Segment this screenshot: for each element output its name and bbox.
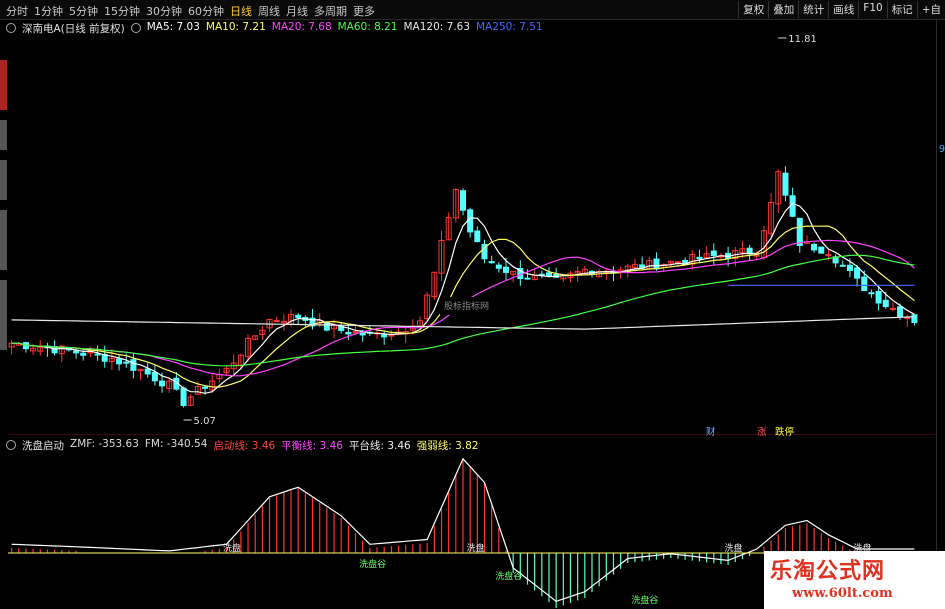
signal-bottom-1: 洗盘谷 bbox=[495, 570, 522, 582]
candle-body bbox=[674, 261, 681, 264]
candle-body bbox=[116, 358, 123, 365]
candle-body bbox=[825, 254, 832, 257]
high-label: 11.81 bbox=[788, 34, 817, 45]
candle-body bbox=[94, 353, 101, 356]
candle-body bbox=[811, 243, 818, 251]
candle-body bbox=[202, 386, 209, 389]
candle-body bbox=[123, 361, 130, 364]
sub-legend: 洗盘启动 ZMF: -353.63 FM: -340.54 启动线: 3.46 平衡线… bbox=[6, 438, 478, 452]
ma-line-4 bbox=[11, 316, 915, 330]
candle-body bbox=[854, 267, 861, 279]
candle-body bbox=[352, 331, 359, 334]
candle-body bbox=[846, 264, 853, 272]
signal-top-1: 洗盘 bbox=[467, 542, 485, 554]
indicator-values: ZMF: -353.63 FM: -340.54 启动线: 3.46 平衡线: 3.4… bbox=[70, 438, 478, 452]
signal-top-0: 洗盘 bbox=[223, 542, 241, 554]
candle-body bbox=[323, 322, 330, 331]
candle-body bbox=[897, 306, 904, 317]
candle-body bbox=[911, 314, 918, 323]
candle-body bbox=[273, 320, 280, 323]
watermark-url: www.60lt.com bbox=[792, 586, 893, 601]
candle-body bbox=[459, 190, 467, 211]
right-scroll-edge[interactable] bbox=[936, 20, 945, 609]
candle-body bbox=[474, 230, 481, 243]
candle-body bbox=[545, 272, 552, 277]
candle-body bbox=[696, 256, 703, 260]
panel-divider bbox=[7, 434, 937, 435]
indicator-legend-5: 强弱线: 3.82 bbox=[416, 440, 479, 452]
candle-body bbox=[796, 217, 803, 247]
candle-body bbox=[710, 250, 717, 257]
candle-body bbox=[488, 261, 495, 264]
candle-body bbox=[782, 172, 789, 196]
indicator-legend-3: 平衡线: 3.46 bbox=[281, 440, 343, 452]
candle-body bbox=[345, 331, 352, 335]
indicator-legend-4: 平台线: 3.46 bbox=[348, 440, 411, 452]
candle-body bbox=[151, 371, 158, 382]
candle-body bbox=[381, 334, 388, 338]
candle-body bbox=[875, 291, 882, 304]
indicator-legend-0: ZMF: -353.63 bbox=[70, 438, 139, 450]
candle-body bbox=[653, 258, 660, 270]
low-label: 5.07 bbox=[194, 416, 216, 427]
candle-body bbox=[868, 292, 875, 295]
signal-bottom-2: 洗盘谷 bbox=[631, 594, 658, 606]
candle-body bbox=[524, 277, 531, 280]
signal-top-2: 洗盘 bbox=[725, 542, 743, 554]
candle-body bbox=[295, 314, 302, 318]
candle-body bbox=[130, 359, 137, 371]
candle-body bbox=[388, 334, 395, 337]
candle-body bbox=[839, 264, 846, 267]
candle-body bbox=[144, 368, 151, 375]
candle-body bbox=[73, 350, 80, 354]
site-watermark: 乐淘公式网 www.60lt.com bbox=[764, 551, 945, 609]
candle-body bbox=[80, 352, 87, 356]
watermark-title: 乐淘公式网 bbox=[770, 559, 886, 584]
candle-body bbox=[882, 299, 889, 308]
limit-down-flag[interactable]: 跌停 bbox=[775, 424, 794, 438]
candle-body bbox=[861, 276, 868, 292]
candle-body bbox=[159, 380, 166, 387]
rise-flag[interactable]: 涨 bbox=[757, 424, 767, 438]
indicator-legend-1: FM: -340.54 bbox=[144, 438, 208, 450]
center-watermark: 股标指标网 bbox=[444, 300, 489, 312]
indicator-circle-icon[interactable] bbox=[6, 440, 16, 450]
indicator-name: 洗盘启动 bbox=[22, 440, 64, 452]
candle-body bbox=[818, 246, 825, 254]
signal-bottom-0: 洗盘谷 bbox=[359, 558, 386, 570]
candle-body bbox=[502, 266, 510, 273]
finance-flag[interactable]: 财 bbox=[706, 424, 716, 438]
indicator-legend-2: 启动线: 3.46 bbox=[213, 440, 276, 452]
candle-body bbox=[495, 264, 502, 269]
candle-body bbox=[889, 307, 896, 310]
candle-body bbox=[180, 387, 187, 407]
price-chart: 11.815.07股标指标网洗盘洗盘洗盘洗盘洗盘谷洗盘谷洗盘谷洗盘谷 bbox=[8, 34, 918, 608]
